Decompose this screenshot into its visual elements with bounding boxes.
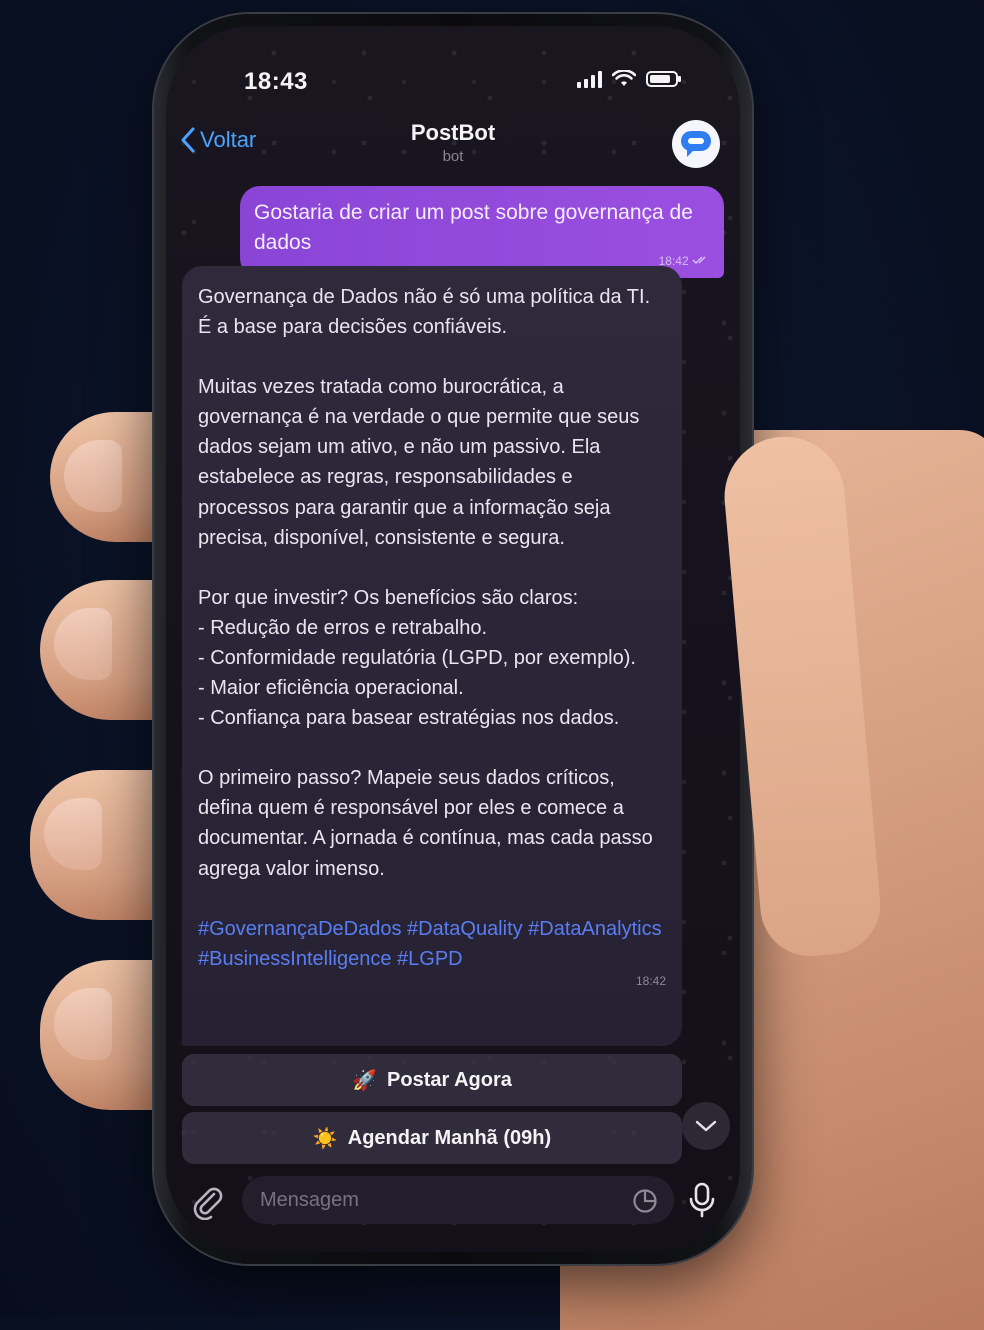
message-paragraph: O primeiro passo? Mapeie seus dados crít… bbox=[198, 767, 653, 880]
status-icons bbox=[577, 70, 681, 88]
message-list-item: - Confiança para basear estratégias nos … bbox=[198, 707, 620, 730]
incoming-message[interactable]: Governança de Dados não é só uma polític… bbox=[182, 266, 682, 1046]
message-list-item: - Redução de erros e retrabalho. bbox=[198, 616, 488, 639]
message-list-item: - Conformidade regulatória (LGPD, por ex… bbox=[198, 646, 636, 669]
message-paragraph: Governança de Dados não é só uma polític… bbox=[198, 286, 651, 339]
message-paragraph: Por que investir? Os benefícios são clar… bbox=[198, 586, 579, 609]
message-input[interactable]: Mensagem bbox=[242, 1176, 674, 1224]
rocket-icon: 🚀 bbox=[352, 1069, 378, 1092]
bot-avatar[interactable] bbox=[672, 120, 720, 168]
battery-icon bbox=[646, 71, 681, 87]
check-icon bbox=[692, 256, 706, 265]
bot-logo-icon bbox=[681, 131, 711, 157]
phone-screen: 18:43 Voltar PostBot bot Gostaria de cri… bbox=[166, 26, 740, 1252]
schedule-morning-button[interactable]: ☀️ Agendar Manhã (09h) bbox=[182, 1112, 682, 1164]
chat-subtitle: bot bbox=[442, 148, 464, 165]
chat-title[interactable]: PostBot bbox=[166, 120, 740, 146]
chevron-down-icon bbox=[695, 1120, 717, 1132]
sticker-icon[interactable] bbox=[632, 1188, 658, 1214]
microphone-icon[interactable] bbox=[684, 1180, 720, 1220]
message-list-item: - Maior eficiência operacional. bbox=[198, 677, 464, 700]
outgoing-text: Gostaria de criar um post sobre governan… bbox=[254, 201, 693, 254]
message-paragraph: Muitas vezes tratada como burocrática, a… bbox=[198, 376, 640, 549]
post-now-button[interactable]: 🚀 Postar Agora bbox=[182, 1054, 682, 1106]
chat-header: Voltar PostBot bot bbox=[166, 108, 740, 174]
outgoing-message[interactable]: Gostaria de criar um post sobre governan… bbox=[240, 186, 724, 278]
message-placeholder: Mensagem bbox=[260, 1188, 359, 1211]
wifi-icon bbox=[612, 70, 636, 86]
sun-icon: ☀️ bbox=[312, 1127, 338, 1150]
schedule-morning-label: Agendar Manhã (09h) bbox=[347, 1126, 552, 1149]
scroll-down-button[interactable] bbox=[682, 1102, 730, 1150]
paperclip-icon[interactable] bbox=[188, 1182, 226, 1220]
hashtags[interactable]: #GovernançaDeDados #DataQuality #DataAna… bbox=[198, 914, 666, 974]
status-time: 18:43 bbox=[244, 68, 308, 95]
signal-icon bbox=[577, 70, 602, 88]
incoming-time: 18:42 bbox=[635, 973, 666, 988]
message-input-bar: Mensagem bbox=[166, 1170, 740, 1230]
post-now-label: Postar Agora bbox=[387, 1068, 512, 1091]
phone-frame: 18:43 Voltar PostBot bot Gostaria de cri… bbox=[154, 14, 752, 1264]
